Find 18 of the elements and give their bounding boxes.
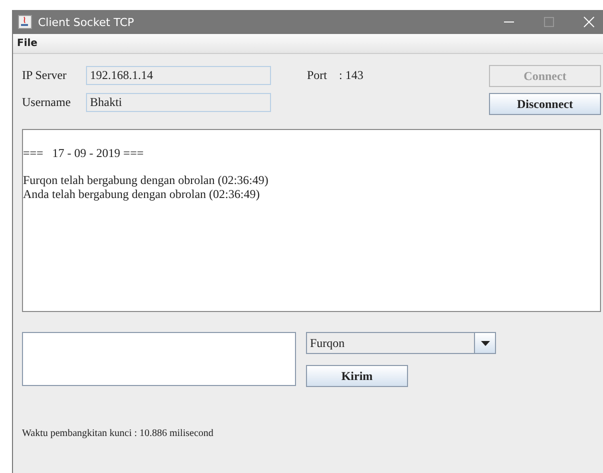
username-field[interactable]: Bhakti <box>86 93 271 112</box>
port-value: : 143 <box>339 68 364 83</box>
date-header: === 17 - 09 - 2019 === <box>23 147 145 161</box>
message-field[interactable] <box>22 332 296 386</box>
port-label: Port <box>307 68 328 83</box>
recipient-dropdown[interactable]: Furqon <box>306 332 496 354</box>
chat-line: Furqon telah bergabung dengan obrolan (02:36:49) <box>23 174 270 188</box>
send-button[interactable]: Kirim <box>306 365 408 387</box>
username-label: Username <box>22 95 72 110</box>
close-icon[interactable] <box>583 16 595 28</box>
status-text: Waktu pembangkitan kunci : 10.886 milisecond <box>22 428 214 439</box>
disconnect-button[interactable]: Disconnect <box>489 93 601 115</box>
caret-icon <box>480 340 490 346</box>
ip-server-label: IP Server <box>22 68 68 83</box>
menu-item[interactable]: File <box>17 38 38 49</box>
chat-line: Anda telah bergabung dengan obrolan (02:36:49) <box>23 188 261 202</box>
ip-server-field[interactable]: 192.168.1.14 <box>86 66 271 85</box>
window-title: Client Socket TCP <box>38 16 134 28</box>
